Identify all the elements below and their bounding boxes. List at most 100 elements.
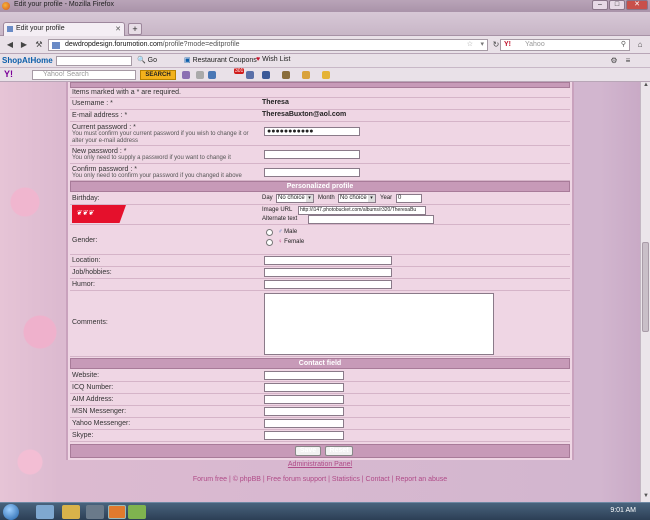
yahoo-messenger-row: Yahoo Messenger:: [70, 418, 570, 430]
yahoo-search-button[interactable]: SEARCH: [140, 70, 176, 80]
toolbar-messenger-icon[interactable]: [246, 71, 254, 79]
email-label: E-mail address : *: [72, 112, 128, 119]
shopathome-logo[interactable]: ShopAtHome: [2, 56, 53, 65]
yahoo-toolbar: Y! Yahoo! Search SEARCH 301: [0, 68, 650, 82]
profile-form-panel: Items marked with a * are required. User…: [66, 82, 574, 460]
msn-field[interactable]: [264, 407, 344, 416]
heart-icon: ♥: [256, 56, 261, 63]
shopathome-dropdown[interactable]: [56, 56, 132, 66]
go-icon: 🔍: [137, 57, 146, 64]
female-radio[interactable]: [266, 239, 273, 246]
tools-icon[interactable]: ⚒: [33, 39, 45, 51]
icq-field[interactable]: [264, 383, 344, 392]
go-button[interactable]: 🔍 Go: [137, 56, 157, 64]
msn-label: MSN Messenger:: [72, 408, 127, 415]
wish-list-label: Wish List: [262, 56, 291, 63]
home-icon[interactable]: ⌂: [634, 39, 646, 51]
toolbar-weather-icon[interactable]: [302, 71, 310, 79]
toolbar-settings-icon[interactable]: ⚙: [608, 55, 620, 67]
humor-field[interactable]: [264, 280, 392, 289]
minimize-button[interactable]: –: [592, 0, 608, 10]
page-scrollbar[interactable]: ▲ ▼: [640, 82, 650, 502]
image-url-field[interactable]: http://i147.photobucket.com/albums/r320/…: [298, 206, 426, 215]
month-dropdown-icon: ▾: [368, 195, 375, 202]
skype-row: Skype:: [70, 430, 570, 442]
tab-bar: Edit your profile ✕ +: [0, 12, 650, 36]
new-password-hint: You only need to supply a password if yo…: [72, 155, 231, 161]
search-field[interactable]: Y! Yahoo ⚲: [500, 39, 630, 51]
confirm-password-field[interactable]: [264, 168, 360, 177]
close-window-button[interactable]: ✕: [626, 0, 648, 10]
facebook-icon[interactable]: [262, 71, 270, 79]
window-title: Edit your profile - Mozilla Firefox: [14, 1, 114, 8]
reset-button[interactable]: Reset: [325, 446, 353, 456]
scrollbar-thumb[interactable]: [642, 242, 649, 332]
close-tab-icon[interactable]: ✕: [115, 25, 121, 33]
website-label: Website:: [72, 372, 100, 379]
day-dropdown-icon: ▾: [306, 195, 313, 202]
explorer-taskbar-icon[interactable]: [62, 505, 80, 519]
firefox-icon: [2, 2, 10, 10]
administration-panel-link[interactable]: Administration Panel: [66, 461, 574, 468]
confirm-password-title: Confirm password : *: [72, 166, 137, 173]
new-password-label: New password : * You only need to supply…: [72, 148, 260, 162]
toolbar-menu-icon[interactable]: ≡: [622, 55, 634, 67]
current-password-field[interactable]: ●●●●●●●●●●●: [264, 127, 360, 136]
new-password-row: New password : * You only need to supply…: [70, 146, 570, 164]
search-placeholder: Yahoo: [525, 41, 545, 48]
yahoo-search-input[interactable]: Yahoo! Search: [32, 70, 136, 80]
website-field[interactable]: [264, 371, 344, 380]
toolbar-pencil-icon[interactable]: [182, 71, 190, 79]
confirm-password-hint: You only need to confirm your password i…: [72, 173, 242, 179]
ie-taskbar-icon[interactable]: [36, 505, 54, 519]
aim-field[interactable]: [264, 395, 344, 404]
toolbar-games-icon[interactable]: [282, 71, 290, 79]
year-field[interactable]: 0: [396, 194, 422, 203]
comments-label: Comments:: [72, 319, 108, 326]
tab-label: Edit your profile: [16, 25, 65, 32]
save-button[interactable]: Save: [295, 446, 321, 456]
job-hobbies-row: Job/hobbies:: [70, 267, 570, 279]
month-select[interactable]: No choice ▾: [338, 194, 376, 203]
skype-field[interactable]: [264, 431, 344, 440]
yahoo-icon: Y!: [504, 41, 511, 48]
toolbar-highlight-icon[interactable]: [196, 71, 204, 79]
personalized-profile-header: Personalized profile: [70, 181, 570, 192]
search-icon[interactable]: ⚲: [621, 40, 626, 50]
back-icon[interactable]: ◀: [4, 39, 16, 51]
scroll-up-icon[interactable]: ▲: [641, 82, 650, 91]
location-row: Location:: [70, 255, 570, 267]
comments-textarea[interactable]: [264, 293, 494, 355]
humor-row: Humor:: [70, 279, 570, 291]
form-actions-bar: Save Reset: [70, 444, 570, 458]
footer-links[interactable]: Forum free | © phpBB | Free forum suppor…: [66, 476, 574, 483]
alt-text-field[interactable]: [308, 215, 434, 224]
location-field[interactable]: [264, 256, 392, 265]
humor-label: Humor:: [72, 281, 95, 288]
maximize-button[interactable]: □: [609, 0, 625, 10]
forward-icon[interactable]: ▶: [18, 39, 30, 51]
toolbar-mail-icon[interactable]: [208, 71, 216, 79]
new-password-field[interactable]: [264, 150, 360, 159]
new-password-title: New password : *: [72, 148, 127, 155]
toolbar-stocks-icon[interactable]: [322, 71, 330, 79]
job-hobbies-field[interactable]: [264, 268, 392, 277]
comments-row: Comments:: [70, 291, 570, 357]
scroll-down-icon[interactable]: ▼: [641, 493, 650, 502]
firefox-taskbar-icon[interactable]: [108, 505, 126, 519]
yahoo-logo-icon[interactable]: Y!: [4, 69, 13, 79]
media-taskbar-icon[interactable]: [86, 505, 104, 519]
url-bar[interactable]: dewdropdesign.forumotion.com/profile?mod…: [48, 39, 488, 51]
tab-edit-profile[interactable]: Edit your profile ✕: [3, 22, 125, 36]
url-dropdown-icon[interactable]: ▾: [480, 40, 484, 50]
app-taskbar-icon[interactable]: [128, 505, 146, 519]
username-value: Theresa: [262, 99, 289, 106]
new-tab-button[interactable]: +: [128, 23, 142, 35]
bookmark-star-icon[interactable]: ☆: [467, 40, 473, 50]
start-orb-icon[interactable]: [3, 504, 19, 520]
restaurant-coupons-button[interactable]: ▣ Restaurant Coupons: [184, 56, 257, 64]
yahoo-messenger-field[interactable]: [264, 419, 344, 428]
male-radio[interactable]: [266, 229, 273, 236]
day-select[interactable]: No choice ▾: [276, 194, 314, 203]
wish-list-button[interactable]: ♥ Wish List: [256, 56, 291, 63]
